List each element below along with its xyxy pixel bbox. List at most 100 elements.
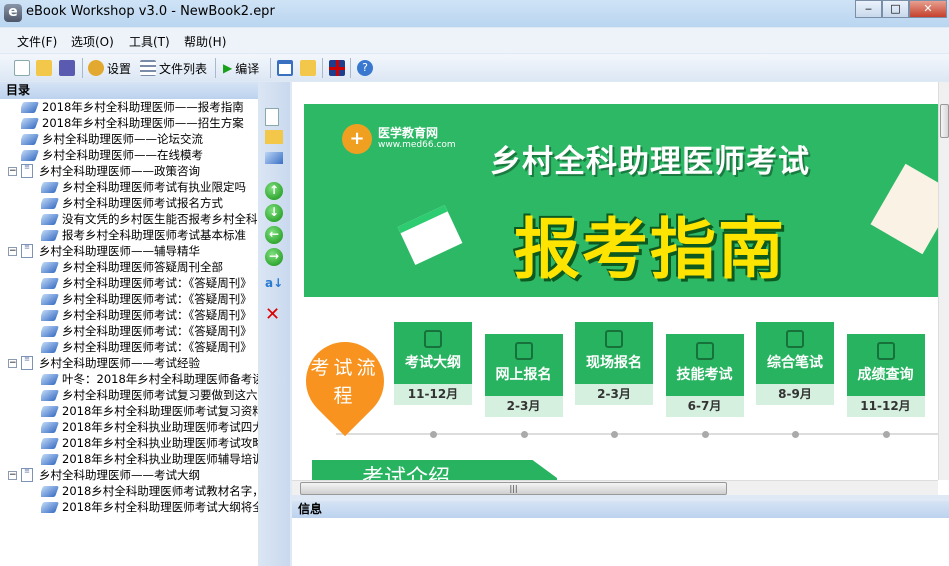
step-icon (876, 342, 895, 360)
toc-item[interactable]: 2018年乡村全科执业助理医师考试四大 (41, 419, 264, 435)
move-down-icon[interactable]: ↓ (265, 204, 283, 222)
page-icon: ≡ (21, 164, 33, 178)
save-button[interactable] (59, 59, 75, 77)
toc-item[interactable]: 乡村全科助理医师考试：《答疑周刊》 (41, 307, 252, 323)
toc-item-label: 乡村全科助理医师考试：《答疑周刊》 (62, 340, 252, 354)
maximize-button[interactable]: □ (882, 0, 909, 18)
step-title-box: 成绩查询 (846, 334, 925, 396)
book-icon (41, 309, 60, 321)
timeline-dot (701, 431, 709, 438)
menu-bar: 文件(F) 选项(O) 工具(T) 帮助(H) (0, 28, 949, 53)
menu-file[interactable]: 文件(F) (17, 33, 57, 50)
process-step: 综合笔试 8-9月 (756, 322, 834, 405)
book-icon (21, 101, 40, 113)
preview-button[interactable] (277, 59, 293, 77)
toc-item[interactable]: 2018年乡村全科执业助理医师考试攻略 (41, 435, 264, 451)
minimize-button[interactable]: ‒ (855, 0, 882, 18)
book-icon[interactable] (265, 152, 283, 164)
step-name: 综合笔试 (767, 355, 823, 371)
process-step: 现场报名 2-3月 (575, 322, 653, 405)
timeline-line (336, 433, 949, 435)
scroll-thumb[interactable]: ||| (300, 482, 727, 495)
toc-item[interactable]: 乡村全科助理医师——论坛交流 (21, 131, 203, 147)
toc-item-label: 2018年乡村全科助理医师——报考指南 (42, 100, 244, 114)
help-button[interactable]: ? (357, 59, 373, 77)
toc-item[interactable]: ≡ 乡村全科助理医师——辅导精华 (21, 243, 200, 259)
toc-item[interactable]: 乡村全科助理医师答疑周刊全部 (41, 259, 223, 275)
toc-item[interactable]: 乡村全科助理医师考试复习要做到这六 (41, 387, 258, 403)
banner-title: 报考指南 (514, 211, 786, 288)
compile-button[interactable]: ▶ 编译 (223, 59, 259, 77)
collapse-toggle[interactable]: − (8, 247, 17, 256)
step-icon (514, 342, 533, 360)
new-page-icon[interactable] (265, 108, 279, 126)
toc-item[interactable]: 乡村全科助理医师考试：《答疑周刊》 (41, 323, 252, 339)
toc-item[interactable]: 2018年乡村全科助理医师考试大纲将全 (41, 499, 264, 515)
open-button[interactable] (36, 59, 52, 77)
toc-item[interactable]: 乡村全科助理医师考试：《答疑周刊》 (41, 291, 252, 307)
menu-help[interactable]: 帮助(H) (184, 33, 226, 50)
toc-item[interactable]: 乡村全科助理医师考试有执业限定吗 (41, 179, 246, 195)
toc-item-label: 乡村全科助理医师考试有执业限定吗 (62, 180, 246, 194)
language-button[interactable] (329, 59, 345, 77)
book-icon (41, 341, 60, 353)
toc-item[interactable]: 叶冬：2018年乡村全科助理医师备考读 (41, 371, 264, 387)
move-right-icon[interactable]: → (265, 248, 283, 266)
toc-item-label: 2018年乡村全科助理医师考试复习资料 (62, 404, 264, 418)
close-button[interactable]: ✕ (909, 0, 947, 18)
new-button[interactable] (14, 59, 30, 77)
toc-item[interactable]: 乡村全科助理医师考试报名方式 (41, 195, 223, 211)
collapse-toggle[interactable]: − (8, 167, 17, 176)
vertical-scrollbar[interactable] (938, 82, 949, 480)
process-step: 成绩查询 11-12月 (846, 334, 925, 417)
toc-item-label: 乡村全科助理医师——政策咨询 (39, 164, 200, 178)
menu-tools[interactable]: 工具(T) (129, 33, 170, 50)
step-title-box: 现场报名 (575, 322, 653, 384)
book-icon (41, 437, 60, 449)
step-name: 技能考试 (676, 367, 733, 383)
step-title-box: 技能考试 (665, 334, 744, 396)
toc-item-label: 2018乡村全科助理医师考试教材名字， (62, 484, 264, 498)
step-title-box: 网上报名 (484, 334, 563, 396)
toc-item[interactable]: 2018年乡村全科助理医师——招生方案 (21, 115, 244, 131)
book-icon (21, 117, 40, 129)
horizontal-scrollbar[interactable]: ||| (292, 480, 938, 495)
toc-item[interactable]: ≡ 乡村全科助理医师——政策咨询 (21, 163, 200, 179)
collapse-toggle[interactable]: − (8, 471, 17, 480)
open-output-button[interactable] (300, 59, 316, 77)
move-left-icon[interactable]: ← (265, 226, 283, 244)
toc-item[interactable]: 乡村全科助理医师考试：《答疑周刊》 (41, 339, 252, 355)
scroll-thumb[interactable] (940, 104, 949, 138)
timeline-dot (611, 431, 618, 438)
toc-item-label: 2018年乡村全科执业助理医师考试攻略 (62, 436, 264, 450)
toc-item[interactable]: ≡ 乡村全科助理医师——考试大纲 (21, 467, 200, 483)
step-name: 网上报名 (495, 367, 552, 383)
file-list-button[interactable]: 文件列表 (140, 59, 207, 77)
settings-button[interactable]: 设置 (88, 59, 131, 77)
toc-item[interactable]: ≡ 乡村全科助理医师——考试经验 (21, 355, 200, 371)
book-icon (21, 133, 40, 145)
toc-item[interactable]: 乡村全科助理医师——在线模考 (21, 147, 203, 163)
help-icon: ? (357, 60, 373, 76)
toc-item-label: 乡村全科助理医师——在线模考 (42, 148, 203, 162)
toc-item[interactable]: 2018年乡村全科助理医师——报考指南 (21, 99, 244, 115)
sort-icon[interactable]: a↓ (265, 276, 283, 294)
toolbar-divider (82, 58, 83, 78)
toolbar-divider (270, 58, 271, 78)
logo-url: www.med66.com (378, 140, 456, 150)
delete-icon[interactable]: ✕ (265, 304, 283, 325)
toc-item[interactable]: 没有文凭的乡村医生能否报考乡村全科 (41, 211, 258, 227)
menu-options[interactable]: 选项(O) (71, 33, 114, 50)
step-date: 8-9月 (756, 384, 834, 405)
toc-item[interactable]: 2018年乡村全科助理医师考试复习资料 (41, 403, 264, 419)
toc-item[interactable]: 2018年乡村全科执业助理医师辅导培训 (41, 451, 264, 467)
toc-item[interactable]: 报考乡村全科助理医师考试基本标准 (41, 227, 246, 243)
toc-item-label: 乡村全科助理医师——辅导精华 (39, 244, 200, 258)
open-folder-icon[interactable] (265, 130, 283, 144)
step-name: 现场报名 (586, 355, 642, 371)
collapse-toggle[interactable]: − (8, 359, 17, 368)
toc-item[interactable]: 2018乡村全科助理医师考试教材名字， (41, 483, 264, 499)
move-up-icon[interactable]: ↑ (265, 182, 283, 200)
logo-name: 医学教育网 (378, 126, 439, 140)
toc-item[interactable]: 乡村全科助理医师考试：《答疑周刊》 (41, 275, 252, 291)
